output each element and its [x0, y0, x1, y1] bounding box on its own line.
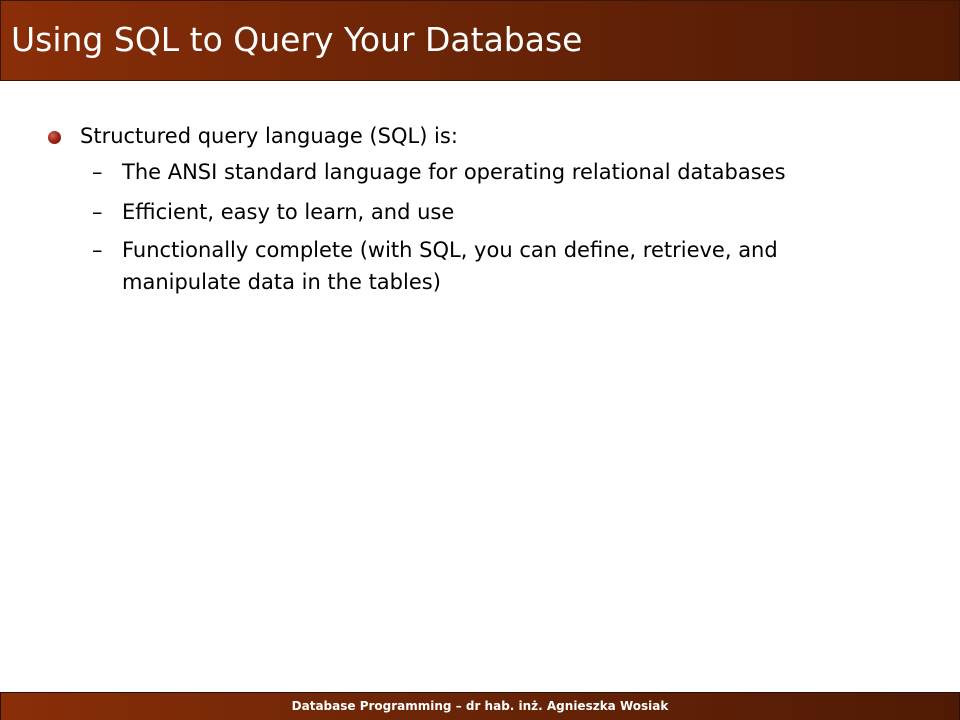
footer-bar: Database Programming – dr hab. inż. Agni… [0, 692, 960, 720]
slide: Using SQL to Query Your Database Structu… [0, 0, 960, 720]
bullet-text: Structured query language (SQL) is: [80, 124, 458, 148]
dash-icon: – [92, 200, 103, 224]
footer-text: Database Programming – dr hab. inż. Agni… [291, 699, 669, 713]
sub-item-text: The ANSI standard language for operating… [122, 160, 786, 184]
dash-icon: – [92, 238, 103, 262]
slide-content: Structured query language (SQL) is: – Th… [0, 0, 960, 690]
bullet-dot-icon [48, 131, 61, 144]
sub-item-text: Functionally complete (with SQL, you can… [122, 238, 778, 294]
dash-icon: – [92, 160, 103, 184]
sub-item-text: Efficient, easy to learn, and use [122, 200, 455, 224]
